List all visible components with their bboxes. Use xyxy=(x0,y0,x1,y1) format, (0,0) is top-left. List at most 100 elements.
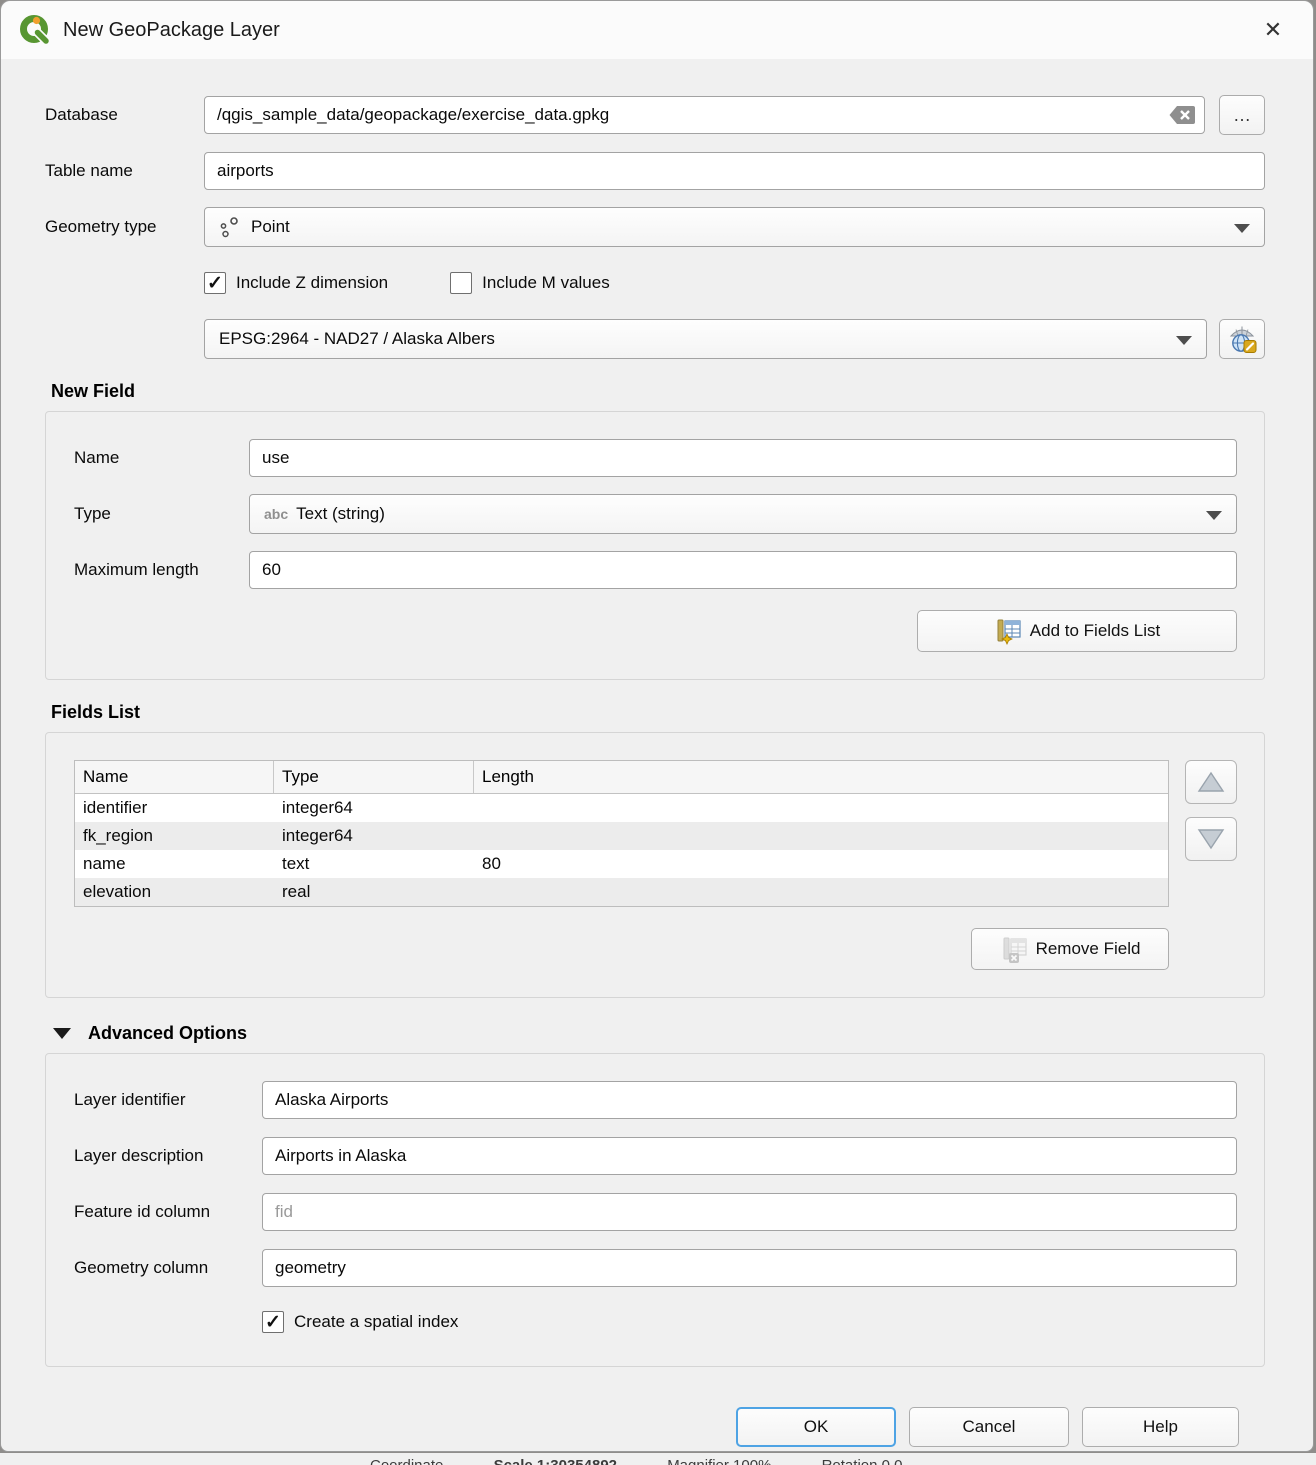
close-button[interactable]: ✕ xyxy=(1255,13,1291,47)
triangle-up-icon xyxy=(1196,770,1226,794)
remove-field-label: Remove Field xyxy=(1036,939,1141,959)
field-name-input[interactable] xyxy=(249,439,1237,477)
field-type-label: Type xyxy=(74,504,249,524)
table-name-input[interactable] xyxy=(204,152,1265,190)
crs-row: EPSG:2964 - NAD27 / Alaska Albers xyxy=(204,319,1265,359)
remove-field-icon xyxy=(1000,935,1028,963)
globe-crs-icon xyxy=(1227,324,1257,354)
cell-length xyxy=(474,878,1168,906)
database-row: Database … xyxy=(45,95,1265,135)
new-geopackage-layer-dialog: New GeoPackage Layer ✕ Database xyxy=(0,0,1314,1452)
remove-field-button[interactable]: Remove Field xyxy=(971,928,1169,970)
select-crs-button[interactable] xyxy=(1219,319,1265,359)
help-button[interactable]: Help xyxy=(1082,1407,1239,1447)
fields-table-header: Name Type Length xyxy=(75,761,1168,794)
table-row[interactable]: fk_region integer64 xyxy=(75,822,1168,850)
table-row[interactable]: identifier integer64 xyxy=(75,794,1168,822)
table-row[interactable]: elevation real xyxy=(75,878,1168,906)
add-to-fields-list-button[interactable]: Add to Fields List xyxy=(917,610,1237,652)
screenshot-root: New GeoPackage Layer ✕ Database xyxy=(0,0,1316,1465)
dimension-checkboxes: ✓ Include Z dimension Include M values xyxy=(204,272,1265,294)
triangle-down-icon xyxy=(1196,827,1226,851)
cell-name: elevation xyxy=(75,878,274,906)
point-geometry-icon xyxy=(219,215,241,239)
spatial-index-row: ✓ Create a spatial index xyxy=(262,1311,1237,1333)
include-z-checkbox[interactable]: ✓ xyxy=(204,272,226,294)
cell-name: identifier xyxy=(75,794,274,822)
geometry-type-dropdown[interactable]: Point xyxy=(204,207,1265,247)
feature-id-input[interactable] xyxy=(262,1193,1237,1231)
geometry-column-row: Geometry column xyxy=(74,1249,1237,1287)
feature-id-row: Feature id column xyxy=(74,1193,1237,1231)
chevron-down-icon xyxy=(1234,224,1250,233)
geometry-type-row: Geometry type Point xyxy=(45,207,1265,247)
chevron-down-icon xyxy=(1176,336,1192,345)
qgis-logo-icon xyxy=(19,14,51,46)
cell-name: name xyxy=(75,850,274,878)
fields-list-heading: Fields List xyxy=(51,702,1265,723)
dialog-body: Database … Table name xyxy=(1,59,1313,1447)
database-input[interactable] xyxy=(204,96,1205,134)
statusbar-rotation: Rotation 0.0 xyxy=(822,1457,903,1465)
spatial-index-checkbox[interactable]: ✓ xyxy=(262,1311,284,1333)
clear-database-icon[interactable] xyxy=(1167,104,1197,126)
feature-id-label: Feature id column xyxy=(74,1202,262,1222)
collapse-triangle-icon xyxy=(53,1028,71,1039)
dialog-footer: OK Cancel Help xyxy=(45,1387,1265,1447)
column-header-type: Type xyxy=(274,761,474,793)
field-type-dropdown[interactable]: abc Text (string) xyxy=(249,494,1237,534)
ok-button[interactable]: OK xyxy=(736,1407,896,1447)
statusbar-coordinate-label: Coordinate xyxy=(370,1457,443,1465)
statusbar-scale: Scale 1:30354892 xyxy=(494,1457,617,1465)
geometry-column-input[interactable] xyxy=(262,1249,1237,1287)
crs-value: EPSG:2964 - NAD27 / Alaska Albers xyxy=(219,329,495,349)
chevron-down-icon xyxy=(1206,511,1222,520)
table-name-label: Table name xyxy=(45,161,204,181)
add-field-icon xyxy=(994,617,1022,645)
advanced-options-groupbox: Layer identifier Layer description Featu… xyxy=(45,1053,1265,1367)
window-title: New GeoPackage Layer xyxy=(63,19,280,42)
layer-description-input[interactable] xyxy=(262,1137,1237,1175)
cell-type: text xyxy=(274,850,474,878)
layer-identifier-label: Layer identifier xyxy=(74,1090,262,1110)
fields-table: Name Type Length identifier integer64 fk… xyxy=(74,760,1169,907)
geometry-column-label: Geometry column xyxy=(74,1258,262,1278)
max-length-row: Maximum length xyxy=(74,551,1237,589)
table-row[interactable]: name text 80 xyxy=(75,850,1168,878)
fields-list-groupbox: Name Type Length identifier integer64 fk… xyxy=(45,732,1265,998)
field-type-row: Type abc Text (string) xyxy=(74,494,1237,534)
layer-identifier-input[interactable] xyxy=(262,1081,1237,1119)
text-type-icon: abc xyxy=(264,506,288,522)
include-m-label: Include M values xyxy=(482,273,610,293)
crs-dropdown[interactable]: EPSG:2964 - NAD27 / Alaska Albers xyxy=(204,319,1207,359)
add-to-fields-list-label: Add to Fields List xyxy=(1030,621,1160,641)
max-length-label: Maximum length xyxy=(74,560,249,580)
move-field-up-button[interactable] xyxy=(1185,760,1237,804)
column-header-name: Name xyxy=(75,761,274,793)
spatial-index-label: Create a spatial index xyxy=(294,1312,458,1332)
cancel-button[interactable]: Cancel xyxy=(909,1407,1069,1447)
geometry-type-label: Geometry type xyxy=(45,217,204,237)
field-name-row: Name xyxy=(74,439,1237,477)
cell-type: integer64 xyxy=(274,822,474,850)
field-type-value: Text (string) xyxy=(296,504,385,524)
cell-type: integer64 xyxy=(274,794,474,822)
title-bar: New GeoPackage Layer ✕ xyxy=(1,1,1313,59)
column-header-length: Length xyxy=(474,761,1168,793)
cell-length: 80 xyxy=(474,850,1168,878)
cell-type: real xyxy=(274,878,474,906)
new-field-groupbox: Name Type abc Text (string) Maximum leng… xyxy=(45,411,1265,680)
cell-length xyxy=(474,794,1168,822)
move-field-down-button[interactable] xyxy=(1185,817,1237,861)
advanced-options-header[interactable]: Advanced Options xyxy=(53,1023,1265,1044)
layer-identifier-row: Layer identifier xyxy=(74,1081,1237,1119)
cell-name: fk_region xyxy=(75,822,274,850)
table-name-row: Table name xyxy=(45,152,1265,190)
browse-database-button[interactable]: … xyxy=(1219,95,1265,135)
field-name-label: Name xyxy=(74,448,249,468)
include-m-checkbox[interactable] xyxy=(450,272,472,294)
new-field-heading: New Field xyxy=(51,381,1265,402)
geometry-type-value: Point xyxy=(251,217,290,237)
max-length-input[interactable] xyxy=(249,551,1237,589)
layer-description-row: Layer description xyxy=(74,1137,1237,1175)
